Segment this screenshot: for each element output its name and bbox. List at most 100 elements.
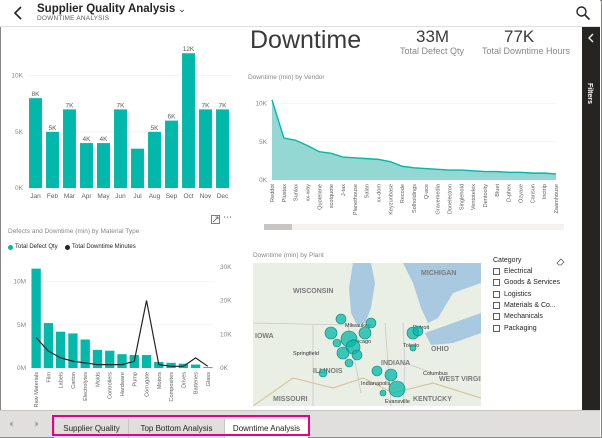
checkbox[interactable] [493,301,500,309]
bar [56,331,66,368]
category-item[interactable]: Packaging [493,324,537,332]
category-item-label: Packaging [504,324,537,332]
x-tick-label: Controllers [108,372,114,399]
checkbox[interactable] [493,268,500,275]
x-tick-label: Dentocity [483,184,489,208]
category-item-label: Electrical [504,268,533,275]
more-options-icon[interactable]: ⋯ [223,212,232,223]
bar [46,131,59,188]
bar-data-label: 7K [66,102,75,109]
map-place-label: WEST VIRGINIA [439,376,481,383]
legend-defect-qty[interactable]: Total Defect Qty [8,244,58,250]
tab-supplier-quality[interactable]: Supplier Quality [54,419,128,438]
tab-prev-icon[interactable] [7,420,15,428]
focus-mode-icon[interactable] [211,215,220,224]
map-place-label: Springfield [293,351,319,357]
x-tick-label: Labels [59,372,65,389]
lake-michigan [349,263,375,325]
x-tick-label: Q-ace [424,184,430,199]
plant-bubble [335,313,347,325]
eraser-icon[interactable] [556,257,565,266]
y-left-tick-label: 10M [13,279,26,286]
x-tick-label: Singlehold [459,184,465,210]
bar [31,268,41,368]
x-tick-label: Cansun [530,184,536,203]
legend-teal-dot [8,244,13,250]
map-place-label: OHIO [431,346,449,353]
bar [97,143,110,188]
checkbox[interactable] [493,290,500,298]
checkbox[interactable] [493,324,500,332]
y-left-tick-label: 0M [17,365,26,372]
vendor-area-chart[interactable]: 10K 5K 0KReddot Plustax Sunlax xx-way Quotelan… [246,84,576,234]
x-tick-label: Reddot [270,184,276,202]
x-tick-label: Sunlax [294,184,300,201]
category-item[interactable]: Mechanicals [493,313,543,321]
x-tick-label: Hardware [120,372,126,396]
bar-data-label: 5K [49,125,58,132]
y-right-tick-label: 20K [220,298,232,305]
chevron-left-icon[interactable] [587,33,595,43]
chevron-down-icon[interactable]: ⌄ [178,4,186,14]
y-tick-label: 5K [259,139,268,146]
category-item[interactable]: Electrical [493,268,532,275]
category-slicer-title: Category [493,257,522,264]
x-tick-label: Film [46,372,52,383]
x-tick-label: Apr [81,193,92,200]
category-item[interactable]: Goods & Services [493,279,560,287]
category-item[interactable]: Logistics [493,290,531,298]
bar [63,109,76,188]
plant-bubble [358,326,372,340]
map-place-label: MISSOURI [273,396,308,403]
x-tick-label: Carton [71,372,77,389]
category-item-label: Mechanicals [504,313,543,321]
x-tick-label: Jul [133,193,142,200]
bar [131,148,144,188]
x-tick-label: Solholdings [412,184,418,213]
filters-pane[interactable]: Filters [582,27,600,410]
x-tick-label: Zaamhouse [554,184,560,214]
legend-downtime-minutes[interactable]: Total Downtime Minutes [65,244,136,250]
plant-bubble [371,365,383,377]
map-place-label: ILLINOIS [313,368,343,375]
y-left-tick-label: 5M [17,322,26,329]
plant-bubble [344,358,354,368]
map-place-label: MICHIGAN [421,270,456,277]
report-title[interactable]: Supplier Quality Analysis ⌄ [37,3,186,15]
y-tick-label: 0K [259,177,268,184]
bar-data-label: 4K [100,136,109,143]
bar [114,109,127,188]
map-place-label: Columbus [423,371,448,377]
bar-data-label: 7K [202,102,211,109]
y-right-tick-label: 30K [220,264,232,271]
plant-map[interactable]: WISCONSIN MICHIGAN IOWA ILLINOIS INDIANA OHIO… [253,263,481,406]
x-tick-label: D-phex [507,184,513,202]
back-arrow-icon[interactable] [10,4,28,22]
plant-bubble [388,380,406,398]
bar-data-label: 6K [168,114,177,121]
kpi-defect-value: 33M [416,27,450,46]
x-tick-label: Nov [200,193,212,200]
tab-next-icon[interactable] [33,420,41,428]
x-tick-label: Electrolytes [83,372,89,401]
checkbox[interactable] [493,279,500,287]
y-tick-label: 5K [15,129,24,136]
category-item[interactable]: Materials & Co... [493,301,556,309]
bar-data-label: 7K [117,102,126,109]
bar [165,120,178,188]
map-place-label: INDIANA [381,360,410,367]
monthly-bar-chart[interactable]: 10K 5K 0K 8K Jan 5K Feb 7K Mar 4K Apr 4K May 7K Jun Jul… [3,30,235,205]
plant-bubble [318,368,328,378]
x-tick-label: Quotelane [317,184,323,210]
checkbox[interactable] [493,313,500,321]
tab-top-bottom-analysis[interactable]: Top Bottom Analysis [128,419,224,438]
bar [29,98,42,188]
tab-downtime-analysis[interactable]: Downtime Analysis [224,419,308,438]
bar [203,367,213,368]
search-icon[interactable] [575,5,591,21]
material-combo-chart[interactable]: 10M 5M 0M 30K 20K 10K 0K Raw Materials Film Label… [4,252,242,408]
filters-label: Filters [586,83,593,105]
x-tick-label: Aug [149,193,161,200]
bar [199,109,212,188]
bar [190,364,201,368]
